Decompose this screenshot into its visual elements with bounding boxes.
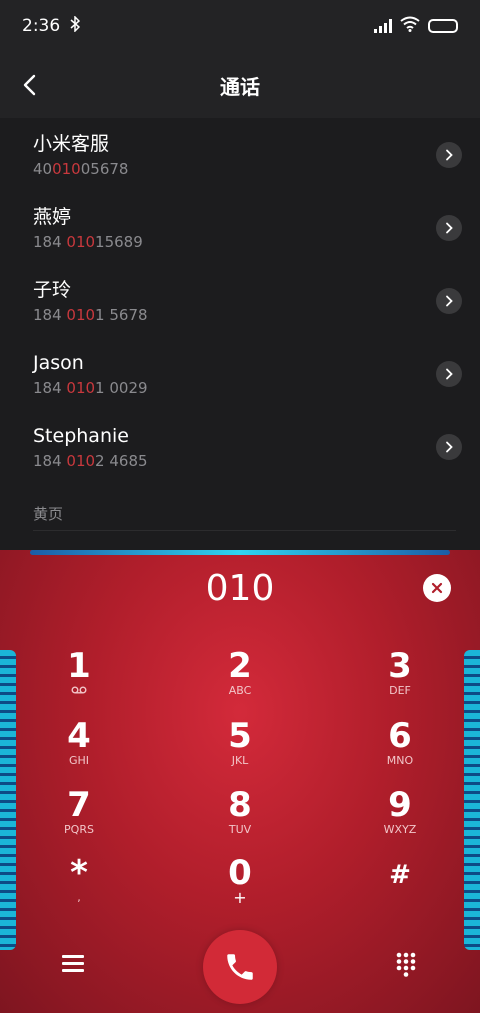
phone-icon xyxy=(227,954,253,980)
key-9[interactable]: 9 WXYZ xyxy=(350,787,450,851)
contact-results-list: 小米客服 4001005678 燕婷 184 01015689 子玲 184 0… xyxy=(0,118,480,550)
contact-detail-button[interactable] xyxy=(436,434,462,460)
wifi-icon xyxy=(400,16,420,36)
key-7[interactable]: 7 PQRS xyxy=(29,787,129,851)
decorative-side-panel xyxy=(0,650,16,950)
contact-detail-button[interactable] xyxy=(436,215,462,241)
contact-number: 4001005678 xyxy=(33,160,129,178)
contact-name: 子玲 xyxy=(33,279,72,301)
contact-number: 184 0101 5678 xyxy=(33,306,148,324)
decorative-side-panel xyxy=(464,650,480,950)
contact-number: 184 0102 4685 xyxy=(33,452,148,470)
match-highlight: 010 xyxy=(66,379,96,397)
key-3[interactable]: 3 DEF xyxy=(350,648,450,712)
status-indicators xyxy=(374,16,458,36)
chevron-right-icon xyxy=(446,368,453,380)
back-icon[interactable] xyxy=(18,72,44,98)
contact-name: 小米客服 xyxy=(33,133,110,155)
dialpad-action-bar xyxy=(0,930,480,1004)
contact-result-row[interactable]: 子玲 184 0101 5678 xyxy=(0,264,480,337)
contact-number: 184 0101 0029 xyxy=(33,379,148,397)
dialpad-glow-bar xyxy=(30,550,450,555)
contact-result-row[interactable]: 燕婷 184 01015689 xyxy=(0,191,480,264)
clear-icon xyxy=(431,582,443,594)
bluetooth-icon xyxy=(70,15,81,36)
contact-name: 燕婷 xyxy=(33,206,72,228)
status-bar: 2:36 xyxy=(0,0,480,52)
key-6[interactable]: 6 MNO xyxy=(350,718,450,782)
voicemail-icon xyxy=(29,684,129,698)
call-button[interactable] xyxy=(203,930,277,1004)
dialpad: 010 1 2 ABC 3 DEF 4 GHI 5 JKL 6 MNO 7 PQ… xyxy=(0,550,480,1013)
chevron-right-icon xyxy=(446,222,453,234)
section-label-yellow-pages: 黄页 xyxy=(33,505,64,523)
key-hash[interactable]: # xyxy=(350,855,450,919)
key-5[interactable]: 5 JKL xyxy=(190,718,290,782)
contact-detail-button[interactable] xyxy=(436,361,462,387)
contact-result-row[interactable]: Stephanie 184 0102 4685 xyxy=(0,410,480,483)
key-star[interactable]: * , xyxy=(29,855,129,919)
status-time: 2:36 xyxy=(22,16,61,36)
contact-result-row[interactable]: Jason 184 0101 0029 xyxy=(0,337,480,410)
key-1[interactable]: 1 xyxy=(29,648,129,712)
key-0[interactable]: 0 + xyxy=(190,855,290,919)
match-highlight: 010 xyxy=(66,233,96,251)
key-2[interactable]: 2 ABC xyxy=(190,648,290,712)
dialed-number: 010 xyxy=(205,568,275,609)
chevron-right-icon xyxy=(446,441,453,453)
contact-detail-button[interactable] xyxy=(436,142,462,168)
match-highlight: 010 xyxy=(66,452,96,470)
match-highlight: 010 xyxy=(52,160,81,178)
menu-icon[interactable] xyxy=(62,955,84,973)
contact-detail-button[interactable] xyxy=(436,288,462,314)
contact-number: 184 01015689 xyxy=(33,233,143,251)
clear-button[interactable] xyxy=(423,574,451,602)
page-title: 通话 xyxy=(220,74,260,99)
title-bar: 通话 xyxy=(0,52,480,118)
keypad-icon[interactable] xyxy=(396,952,416,978)
contact-name: Jason xyxy=(33,352,84,374)
key-8[interactable]: 8 TUV xyxy=(190,787,290,851)
contact-result-row[interactable]: 小米客服 4001005678 xyxy=(0,118,480,191)
contact-name: Stephanie xyxy=(33,425,129,447)
chevron-right-icon xyxy=(446,295,453,307)
signal-icon xyxy=(374,19,392,33)
chevron-right-icon xyxy=(446,149,453,161)
battery-icon xyxy=(428,19,458,33)
match-highlight: 010 xyxy=(66,306,96,324)
key-4[interactable]: 4 GHI xyxy=(29,718,129,782)
divider xyxy=(33,530,456,531)
